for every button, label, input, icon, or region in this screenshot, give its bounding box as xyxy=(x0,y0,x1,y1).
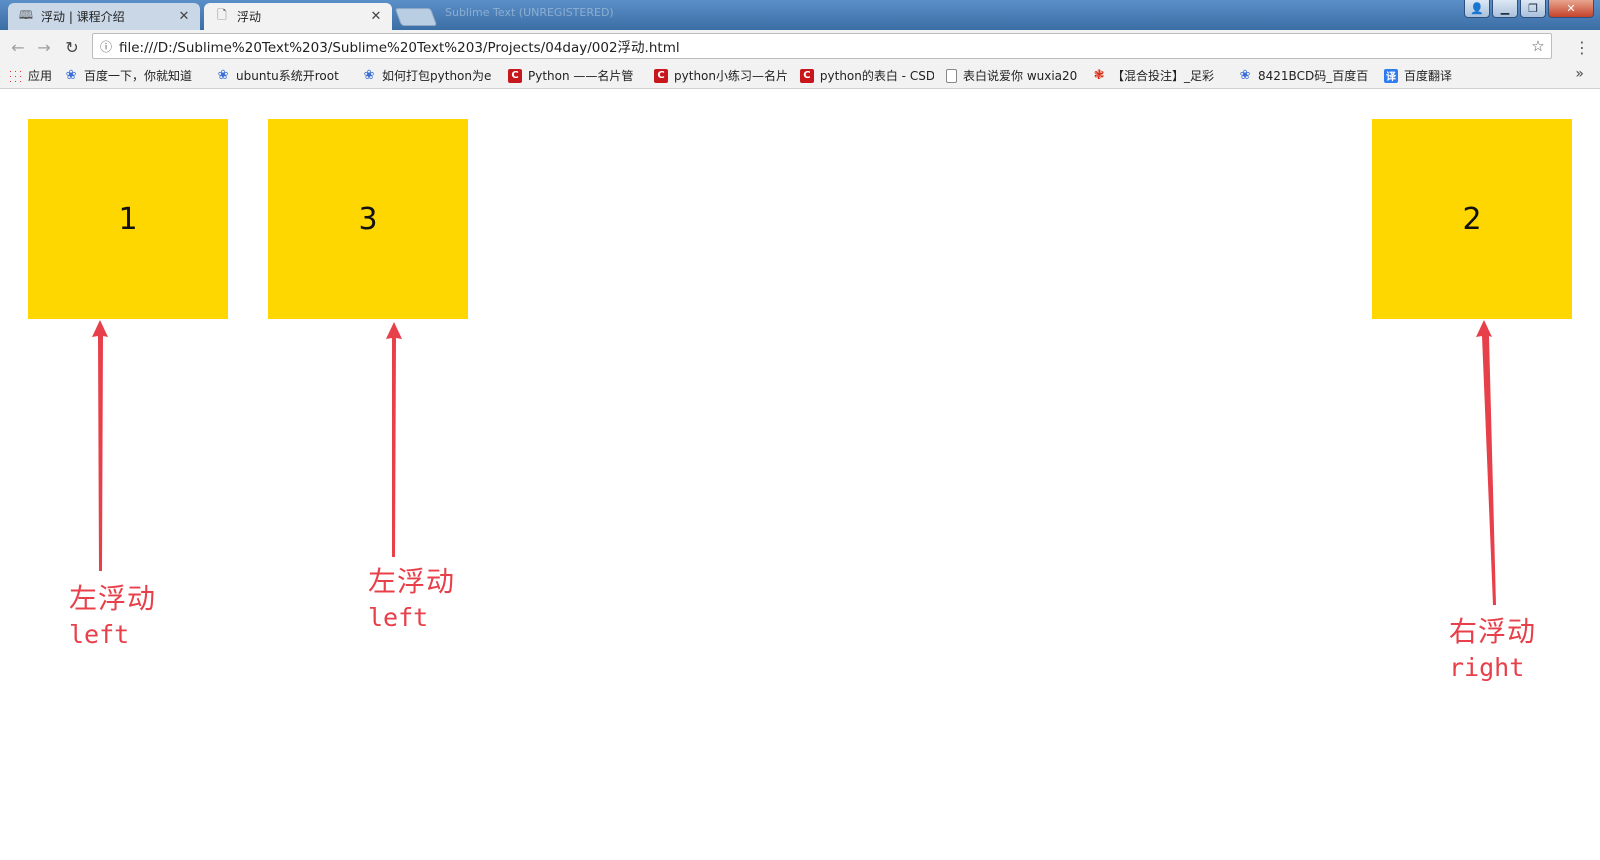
arrow-left-1 xyxy=(92,320,108,571)
tab-label: 浮动 | 课程介绍 xyxy=(41,10,125,24)
close-icon[interactable]: ✕ xyxy=(368,9,384,24)
browser-toolbar: ← → ↻ ⓘ file:///D:/Sublime%20Text%203/Su… xyxy=(0,30,1600,63)
bookmark-item[interactable]: C python小练习—名片 xyxy=(654,67,788,84)
more-bookmarks-icon[interactable]: » xyxy=(1575,66,1584,82)
annotation-zh: 左浮动 xyxy=(368,565,456,598)
bookmark-item[interactable]: C python的表白 - CSD xyxy=(800,67,934,84)
bookmark-item[interactable]: 译 百度翻译 xyxy=(1384,67,1452,84)
close-icon[interactable]: ✕ xyxy=(176,9,192,24)
bookmark-item[interactable]: ❀ 8421BCD码_百度百 xyxy=(1238,67,1372,84)
close-window-button[interactable]: ✕ xyxy=(1548,0,1594,18)
csdn-icon: C xyxy=(508,68,523,83)
info-icon[interactable]: ⓘ xyxy=(93,38,119,55)
browser-titlebar: 🕮 浮动 | 课程介绍 ✕ 🗋 浮动 ✕ Sublime Text (UNREG… xyxy=(0,0,1600,30)
annotation-arrows xyxy=(92,320,1496,605)
menu-icon[interactable]: ⋮ xyxy=(1574,38,1590,57)
csdn-icon: C xyxy=(800,68,814,83)
doc-icon xyxy=(946,68,958,83)
url-text[interactable]: file:///D:/Sublime%20Text%203/Sublime%20… xyxy=(119,36,1525,56)
bookmark-label: 百度一下，你就知道 xyxy=(84,69,193,83)
new-tab-button[interactable] xyxy=(394,8,438,26)
maximize-button[interactable]: ❐ xyxy=(1520,0,1546,18)
arrow-right-2 xyxy=(1476,320,1496,605)
bookmark-item[interactable]: ❀ ubuntu系统开root xyxy=(216,67,350,84)
annotation-zh: 右浮动 xyxy=(1449,615,1537,648)
address-bar[interactable]: ⓘ file:///D:/Sublime%20Text%203/Sublime%… xyxy=(92,33,1552,59)
paw-icon: ❀ xyxy=(1239,68,1251,83)
apps-icon xyxy=(8,68,22,83)
book-icon: 🕮 xyxy=(18,8,34,22)
page-content: 1 3 2 左浮动 left 左浮动 left 右浮动 right xyxy=(0,89,1600,860)
annotation-left-float-3: 左浮动 left xyxy=(368,563,455,635)
bookmark-label: 如何打包python为e xyxy=(382,69,492,83)
bookmark-label: python小练习—名片 xyxy=(674,69,788,83)
paw-icon: ❀ xyxy=(363,68,375,83)
annotation-left-float-1: 左浮动 left xyxy=(69,580,156,652)
tab-label: 浮动 xyxy=(237,10,262,24)
bookmark-label: Python ——名片管 xyxy=(528,69,634,83)
annotation-zh: 左浮动 xyxy=(69,582,157,615)
bookmark-item[interactable]: 表白说爱你 wuxia20 xyxy=(946,67,1080,84)
page-icon: 🗋 xyxy=(217,8,227,22)
paw-icon: ❀ xyxy=(65,68,77,83)
annotation-en: right xyxy=(1449,652,1525,682)
minimize-button[interactable]: ▁ xyxy=(1492,0,1518,18)
bookmark-label: 表白说爱你 wuxia20 xyxy=(963,69,1078,83)
reload-icon[interactable]: ↻ xyxy=(62,37,82,57)
bookmark-label: ubuntu系统开root xyxy=(236,69,339,83)
back-arrow-icon[interactable]: ← xyxy=(8,37,28,57)
bookmark-item[interactable]: C Python ——名片管 xyxy=(508,67,642,84)
forward-arrow-icon[interactable]: → xyxy=(34,37,54,57)
bookmarks-bar: 应用 ❀ 百度一下，你就知道 ❀ ubuntu系统开root ❀ 如何打包pyt… xyxy=(0,63,1600,89)
bookmark-item[interactable]: ❀ 如何打包python为e xyxy=(362,67,496,84)
star-icon[interactable]: ☆ xyxy=(1525,37,1551,55)
bookmark-label: python的表白 - CSD xyxy=(819,69,935,83)
csdn-icon: C xyxy=(654,68,669,83)
paw-icon: ❀ xyxy=(217,68,229,83)
background-window-title: Sublime Text (UNREGISTERED) xyxy=(445,6,614,19)
lottery-icon: ❃ xyxy=(1093,68,1105,83)
bookmark-label: 应用 xyxy=(28,69,53,83)
bookmark-label: 8421BCD码_百度百 xyxy=(1258,69,1369,83)
annotation-en: left xyxy=(69,619,130,649)
arrow-left-3 xyxy=(386,322,402,557)
annotation-right-float-2: 右浮动 right xyxy=(1449,613,1536,685)
bookmark-item[interactable]: ❃ 【混合投注】_足彩 xyxy=(1092,67,1226,84)
bookmark-item[interactable]: ❀ 百度一下，你就知道 xyxy=(64,67,204,84)
bookmark-apps[interactable]: 应用 xyxy=(8,67,52,84)
annotation-en: left xyxy=(368,602,429,632)
translate-icon: 译 xyxy=(1384,68,1399,83)
bookmark-label: 【混合投注】_足彩 xyxy=(1112,69,1215,83)
bookmark-label: 百度翻译 xyxy=(1404,69,1453,83)
window-controls: 👤 ▁ ❐ ✕ xyxy=(1464,0,1594,18)
profile-icon[interactable]: 👤 xyxy=(1464,0,1490,18)
tab-course-intro[interactable]: 🕮 浮动 | 课程介绍 ✕ xyxy=(8,3,200,30)
tab-float[interactable]: 🗋 浮动 ✕ xyxy=(204,3,392,30)
